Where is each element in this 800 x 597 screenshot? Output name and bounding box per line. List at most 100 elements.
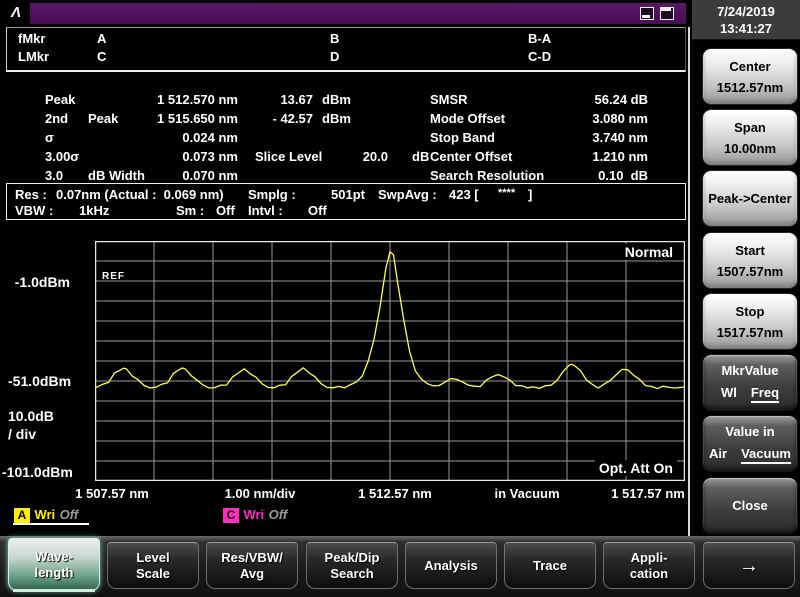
app-logo-icon: Λ [2,2,30,24]
softkey-stop-label: Stop [735,303,765,319]
date-display: 7/24/2019 [717,4,775,19]
stop-band-value: 3.740 nm [592,130,648,145]
marker-ba-label: B-A [528,31,552,46]
marker-cd-label: C-D [528,49,552,64]
sweep-mode-label: Normal [620,244,677,260]
smoothing-value: Off [216,203,235,218]
three-sigma-value: 0.073 nm [182,149,238,164]
menu-next-page-button[interactable]: → [703,542,795,589]
menu-trace-button[interactable]: Trace [504,542,596,589]
marker-b-label: B [330,31,340,46]
mode-offset-label: Mode Offset [430,111,506,126]
trace-c-state: Off [268,507,288,522]
value-in-option-air[interactable]: Air [709,446,727,464]
smplg-label: Smplg : [248,187,296,202]
second-peak-level-unit: dBm [322,111,351,126]
softkey-center-value: 1512.57nm [716,79,784,95]
lmkr-label: LMkr [18,49,50,64]
trace-a-badge: A [14,508,30,523]
interval-label: Intvl : [248,203,283,218]
softkey-center[interactable]: Center 1512.57nm [702,48,798,105]
db-width-label: 3.0 [45,168,64,183]
softkey-start[interactable]: Start 1507.57nm [702,232,798,289]
spectrum-plot: REF Normal Opt. Att On [95,241,685,481]
softkey-value-in-label: Value in [725,423,775,439]
peak-level-unit: dBm [322,92,351,107]
softkey-start-label: Start [735,242,765,258]
smsr-value: 56.24 dB [594,92,648,107]
softkey-span-value: 10.00nm [723,140,777,156]
trace-a-active-underline [13,523,89,525]
osa-screen: Λ fMkr LMkr A C B D B-A C-D Peak 1 512.5… [0,0,800,597]
menu-application-button[interactable]: Appli-cation [603,542,695,589]
y-axis-ref-label: -1.0dBm [14,274,70,290]
x-axis-div-label: 1.00 nm/div [224,486,296,501]
x-axis-center-label: 1 512.57 nm [358,486,432,501]
softkey-close-label: Close [732,498,768,513]
marker-value-option-freq[interactable]: Freq [750,385,780,403]
datetime-panel: 7/24/2019 13:41:27 [692,0,800,40]
trace-a-state: Off [59,507,79,522]
center-offset-value: 1.210 nm [592,149,648,164]
softkey-peak-to-center[interactable]: Peak->Center [702,170,798,227]
marker-c-label: C [97,49,107,64]
center-offset-label: Center Offset [430,149,513,164]
marker-value-option-wl[interactable]: Wl [721,385,737,403]
marker-d-label: D [330,49,340,64]
res-value: 0.07nm (Actual : 0.069 nm) [56,187,224,202]
arrow-right-icon: → [739,554,759,577]
softkey-peak-to-center-label: Peak->Center [708,191,792,206]
swpavg-value: 423 [ [449,187,479,202]
menu-wavelength-button[interactable]: Wave-length [8,538,100,592]
three-sigma-label: 3.00σ [45,149,80,164]
time-display: 13:41:27 [719,21,773,36]
search-resolution-value: 0.10 dB [598,168,648,183]
peak-level: 13.67 [280,92,313,107]
trace-c-mode: Wri [243,507,265,522]
mode-offset-value: 3.080 nm [592,111,648,126]
vbw-label: VBW : [15,203,54,218]
sigma-label: σ [45,130,54,145]
marker-a-label: A [97,31,107,46]
y-axis-mid-label: -51.0dBm [8,373,72,389]
trace-a-mode: Wri [34,507,56,522]
x-axis-start-label: 1 507.57 nm [75,486,149,501]
second-peak-wavelength: 1 515.650 nm [157,111,238,126]
sigma-value: 0.024 nm [182,130,238,145]
vbw-value: 1kHz [79,203,110,218]
menu-peak-dip-search-button[interactable]: Peak/Dip Search [306,542,398,589]
y-axis-scale-label: 10.0dB [8,408,54,424]
smplg-value: 501pt [331,187,365,202]
second-peak-label: 2nd [45,111,69,126]
x-axis-stop-label: 1 517.57 nm [611,486,685,501]
window-titlebar[interactable] [2,3,686,24]
function-menu-bar: Wave-length Level Scale Res/VBW/Avg Peak/… [0,536,800,597]
softkey-marker-value[interactable]: MkrValue Wl Freq [702,354,798,411]
optical-attenuator-status: Opt. Att On [594,460,677,476]
softkey-stop[interactable]: Stop 1517.57nm [702,293,798,350]
softkey-value-in[interactable]: Value in Air Vacuum [702,415,798,472]
swpavg-bracket-close: ] [528,187,533,202]
trace-a-status[interactable]: A Wri Off [14,506,78,524]
swpavg-label: SwpAvg : [378,187,437,202]
slice-level-value: 20.0 [362,149,388,164]
window-maximize-button[interactable] [660,7,674,20]
trace-c-status[interactable]: C Wri Off [223,506,287,524]
softkey-span-label: Span [734,119,766,135]
main-panel-divider [688,27,690,536]
ref-line-label: REF [102,271,125,282]
value-in-option-vacuum[interactable]: Vacuum [741,446,791,464]
menu-res-vbw-avg-button[interactable]: Res/VBW/Avg [206,542,298,589]
peak-label: Peak [45,92,76,107]
menu-level-scale-button[interactable]: Level Scale [107,542,199,589]
marker-header [6,27,686,72]
softkey-center-label: Center [729,58,771,74]
menu-analysis-button[interactable]: Analysis [405,542,497,589]
swpavg-stars: **** [498,187,516,199]
second-peak-level: - 42.57 [272,111,313,126]
softkey-close[interactable]: Close [702,477,798,534]
window-minimize-button[interactable] [640,7,654,20]
sweep-info-box: Res : 0.07nm (Actual : 0.069 nm) Smplg :… [6,183,686,220]
softkey-span[interactable]: Span 10.00nm [702,109,798,166]
smsr-label: SMSR [430,92,468,107]
